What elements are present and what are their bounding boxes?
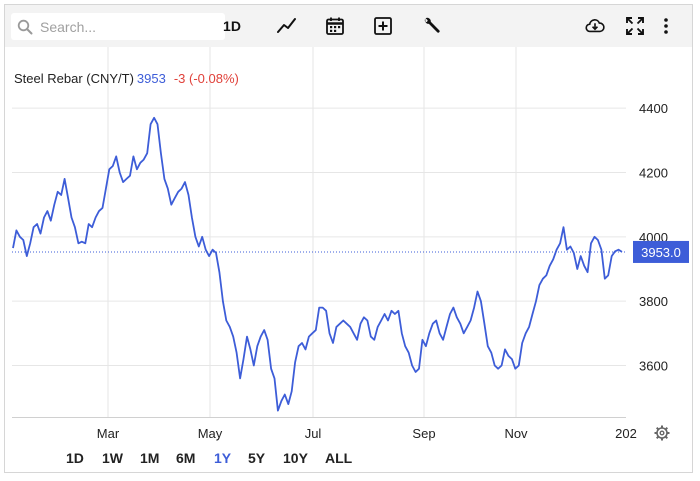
more-icon bbox=[664, 18, 668, 34]
chart-widget: 1D 44004200400038003600MarMayJulSepNov20… bbox=[4, 4, 693, 473]
chart-toolbar: 1D bbox=[5, 5, 692, 47]
calendar-icon bbox=[326, 17, 344, 35]
y-tick-label: 3800 bbox=[639, 294, 668, 309]
search-input[interactable] bbox=[38, 17, 222, 36]
fullscreen-button[interactable] bbox=[625, 13, 645, 39]
x-tick-label: Mar bbox=[97, 426, 120, 441]
legend-change: -3 (-0.08%) bbox=[173, 71, 239, 86]
range-button-10y[interactable]: 10Y bbox=[283, 450, 308, 466]
range-selector: 1D 1W 1M 6M 1Y 5Y 10Y ALL bbox=[5, 443, 692, 473]
y-tick-label: 4200 bbox=[639, 165, 668, 180]
x-tick-label: Nov bbox=[504, 426, 528, 441]
add-indicator-button[interactable] bbox=[372, 13, 394, 39]
chart-plot[interactable]: 44004200400038003600Mar May Jul Sep Nov 20239… bbox=[5, 47, 692, 443]
y-tick-label: 3600 bbox=[639, 359, 668, 374]
download-cloud-icon bbox=[585, 19, 605, 33]
x-tick-label: Jul bbox=[305, 426, 322, 441]
line-chart-icon bbox=[277, 18, 296, 33]
last-price-tag-label: 3953.0 bbox=[641, 245, 681, 260]
search-icon bbox=[17, 19, 33, 34]
x-tick-label: Sep bbox=[412, 426, 435, 441]
chart-type-button[interactable] bbox=[275, 13, 299, 39]
range-button-1m[interactable]: 1M bbox=[140, 450, 159, 466]
chart-area[interactable]: 4400 4200 4000 3800 3600 Mar May Jul Sep Nov 202 39… bbox=[5, 47, 692, 443]
range-button-5y[interactable]: 5Y bbox=[248, 450, 265, 466]
add-indicator-icon bbox=[374, 17, 392, 35]
legend-symbol-name: Steel Rebar (CNY/T) bbox=[14, 71, 134, 86]
x-tick-label: 202 bbox=[615, 426, 637, 441]
range-button-1w[interactable]: 1W bbox=[102, 450, 123, 466]
settings-tools-button[interactable] bbox=[420, 13, 442, 39]
legend-price: 3953 bbox=[136, 71, 166, 86]
more-options-button[interactable] bbox=[659, 13, 673, 39]
range-button-1d[interactable]: 1D bbox=[66, 450, 84, 466]
range-button-1y[interactable]: 1Y bbox=[214, 450, 231, 466]
settings-gear-icon[interactable] bbox=[654, 425, 670, 441]
y-tick-label: 4400 bbox=[639, 101, 668, 116]
search-box[interactable] bbox=[11, 13, 225, 40]
interval-button[interactable]: 1D bbox=[219, 13, 245, 39]
x-tick-label: May bbox=[198, 426, 223, 441]
range-button-6m[interactable]: 6M bbox=[176, 450, 195, 466]
fullscreen-icon bbox=[626, 17, 644, 35]
date-range-button[interactable] bbox=[324, 13, 346, 39]
download-button[interactable] bbox=[583, 13, 607, 39]
range-button-all[interactable]: ALL bbox=[325, 450, 352, 466]
wrench-icon bbox=[424, 17, 440, 33]
legend: Steel Rebar (CNY/T) 3953 -3 (-0.08%) bbox=[14, 71, 239, 86]
price-series-line bbox=[12, 116, 623, 412]
